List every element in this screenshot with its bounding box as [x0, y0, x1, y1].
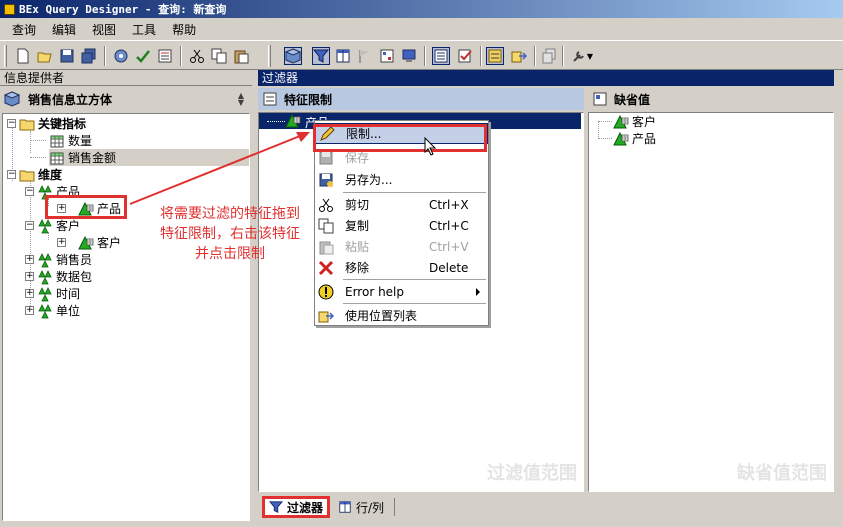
annotation-line-1: 将需要过滤的特征拖到: [160, 206, 300, 222]
annotation-text: 将需要过滤的特征拖到 特征限制，右击该特征 并点击限制: [140, 204, 320, 264]
annotation-arrow: [129, 132, 310, 205]
mouse-cursor-icon: [424, 137, 437, 156]
annotation-line-3: 并点击限制: [195, 246, 265, 262]
annotation-line-2: 特征限制，右击该特征: [160, 226, 300, 242]
